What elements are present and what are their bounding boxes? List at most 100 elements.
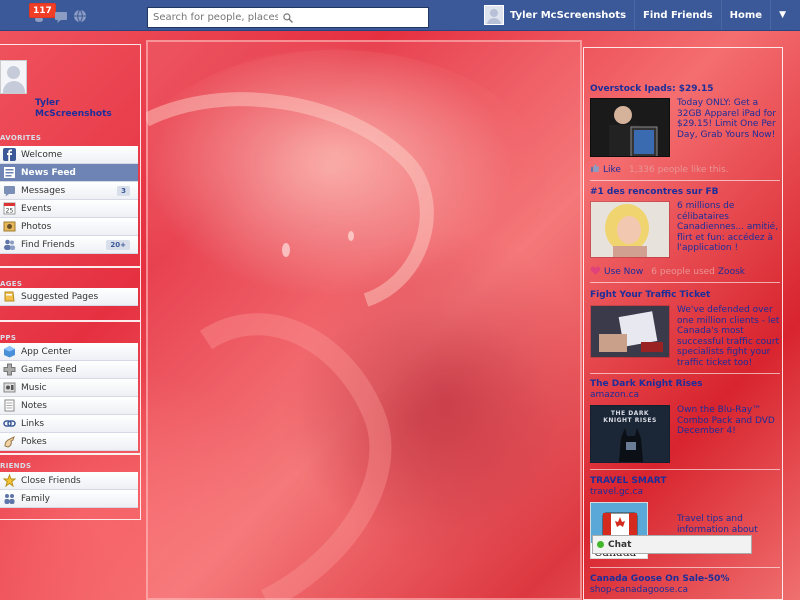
ad-dark-knight-rises[interactable]: The Dark Knight Rises amazon.ca THE DARK…	[590, 379, 780, 463]
news-feed-icon	[3, 166, 16, 179]
friends-icon	[3, 238, 16, 251]
sidebar-item-games-feed[interactable]: Games Feed	[0, 361, 138, 379]
sidebar-item-messages[interactable]: Messages 3	[0, 182, 138, 200]
favorites-menu: Welcome News Feed Messages 3 25 Events P…	[0, 146, 138, 254]
thumbs-up-icon[interactable]	[590, 163, 600, 176]
ad-zoosk[interactable]: #1 des rencontres sur FB 6 millions de c…	[590, 187, 780, 277]
star-icon	[3, 474, 16, 487]
search-icon[interactable]	[282, 10, 298, 26]
ad-divider	[590, 567, 780, 568]
sidebar-item-news-feed[interactable]: News Feed	[0, 164, 138, 182]
ad-overstock-ipads[interactable]: Overstock Ipads: $29.15 Today ONLY: Get …	[590, 84, 780, 175]
notes-icon	[3, 399, 16, 412]
games-icon	[3, 363, 16, 376]
sidebar-profile[interactable]: Tyler McScreenshots	[0, 60, 140, 120]
music-icon	[3, 381, 16, 394]
ad-text: 6 millions de célibataires Canadiennes..…	[677, 201, 779, 253]
ad-image-ticket[interactable]	[590, 305, 670, 358]
ad-social-text: 6 people used	[651, 267, 715, 277]
home-link[interactable]: Home	[720, 0, 770, 30]
sidebar-item-suggested-pages[interactable]: Suggested Pages	[0, 288, 138, 306]
sidebar-item-label: Find Friends	[21, 239, 75, 250]
sidebar-item-label: Music	[21, 382, 47, 393]
find-friends-link[interactable]: Find Friends	[634, 0, 721, 30]
friends-header: RIENDS	[0, 462, 32, 470]
ad-divider	[590, 180, 780, 181]
ad-brand-link[interactable]: Zoosk	[718, 267, 745, 277]
sidebar-item-events[interactable]: 25 Events	[0, 200, 138, 218]
ad-domain[interactable]: shop-canadagoose.ca	[590, 585, 780, 596]
heart-icon[interactable]	[590, 265, 601, 279]
sidebar-item-photos[interactable]: Photos	[0, 218, 138, 236]
ad-traffic-ticket[interactable]: Fight Your Traffic Ticket We've defended…	[590, 290, 780, 368]
ad-image-woman[interactable]	[590, 201, 670, 258]
pokes-icon	[3, 435, 16, 448]
ad-canada-goose[interactable]: Canada Goose On Sale-50% shop-canadagoos…	[590, 574, 780, 596]
sidebar-item-welcome[interactable]: Welcome	[0, 146, 138, 164]
sidebar-item-label: News Feed	[21, 167, 76, 178]
ad-title[interactable]: TRAVEL SMART	[590, 476, 780, 487]
ads-column: Overstock Ipads: $29.15 Today ONLY: Get …	[583, 47, 783, 600]
ad-title[interactable]: #1 des rencontres sur FB	[590, 187, 780, 198]
sidebar-item-find-friends[interactable]: Find Friends 20+	[0, 236, 138, 254]
profile-picture[interactable]	[0, 60, 27, 94]
top-bar: 117 Tyler McScreenshots Find Friends Hom…	[0, 0, 800, 31]
search-input[interactable]	[148, 8, 278, 27]
profile-link[interactable]: Tyler McScreenshots	[476, 0, 634, 30]
pages-icon	[3, 290, 16, 303]
ad-domain[interactable]: travel.gc.ca	[590, 487, 780, 498]
sidebar-item-app-center[interactable]: App Center	[0, 343, 138, 361]
ad-like-row: Like 1,336 people like this.	[590, 163, 729, 176]
messages-icon	[3, 184, 16, 197]
notification-count-badge: 117	[29, 3, 56, 18]
account-menu-caret-icon[interactable]: ▼	[770, 0, 792, 30]
section-divider	[0, 320, 140, 322]
ad-title[interactable]: Overstock Ipads: $29.15	[590, 84, 780, 95]
top-nav: Tyler McScreenshots Find Friends Home ▼	[476, 0, 792, 30]
svg-text:25: 25	[6, 208, 14, 215]
sidebar-item-label: Pokes	[21, 436, 47, 447]
sidebar-item-label: Notes	[21, 400, 47, 411]
ad-text: Today ONLY: Get a 32GB Apparel iPad for …	[677, 98, 776, 140]
ad-title[interactable]: Fight Your Traffic Ticket	[590, 290, 780, 301]
find-friends-count-badge: 20+	[106, 239, 130, 250]
avatar	[483, 5, 504, 25]
sidebar-item-label: Suggested Pages	[21, 291, 99, 302]
search-box[interactable]	[147, 7, 429, 28]
chat-bar[interactable]: Chat	[592, 535, 752, 554]
sidebar-item-label: Games Feed	[21, 364, 77, 375]
ad-title[interactable]: Canada Goose On Sale-50%	[590, 574, 780, 585]
profile-name: Tyler McScreenshots	[509, 9, 627, 21]
sidebar-item-notes[interactable]: Notes	[0, 397, 138, 415]
chat-label: Chat	[608, 539, 632, 550]
sidebar-item-links[interactable]: Links	[0, 415, 138, 433]
sidebar-item-music[interactable]: Music	[0, 379, 138, 397]
ad-use-row: Use Now 6 people used Zoosk	[590, 265, 745, 279]
ad-image-batman[interactable]: THE DARK KNIGHT RISES	[590, 405, 670, 463]
ad-like-link[interactable]: Like	[603, 165, 621, 175]
sidebar-item-family[interactable]: Family	[0, 490, 138, 508]
messages-count-badge: 3	[117, 185, 130, 196]
ad-social-text: 1,336 people like this.	[628, 164, 729, 175]
links-icon	[3, 417, 16, 430]
favorites-header: AVORITES	[0, 134, 42, 142]
globe-icon[interactable]	[72, 8, 88, 24]
ad-domain[interactable]: amazon.ca	[590, 390, 780, 401]
section-divider	[0, 453, 140, 455]
ad-use-now-link[interactable]: Use Now	[604, 267, 643, 277]
sidebar-profile-name[interactable]: Tyler McScreenshots	[35, 98, 135, 120]
photos-icon	[3, 220, 16, 233]
ad-divider	[590, 469, 780, 470]
ad-travel-smart[interactable]: TRAVEL SMART travel.gc.ca Canada Travel …	[590, 476, 780, 559]
sidebar-item-pokes[interactable]: Pokes	[0, 433, 138, 451]
ad-divider	[590, 373, 780, 374]
pages-menu: Suggested Pages	[0, 288, 138, 306]
app-center-icon	[3, 345, 16, 358]
ad-text: We've defended over one million clients …	[677, 305, 780, 368]
section-divider	[0, 266, 140, 268]
ad-image-ipad[interactable]	[590, 98, 670, 157]
messages-jewel-icon[interactable]	[53, 8, 69, 24]
sidebar-item-label: Welcome	[21, 149, 63, 160]
sidebar-item-close-friends[interactable]: Close Friends	[0, 472, 138, 490]
ad-title[interactable]: The Dark Knight Rises	[590, 379, 780, 390]
